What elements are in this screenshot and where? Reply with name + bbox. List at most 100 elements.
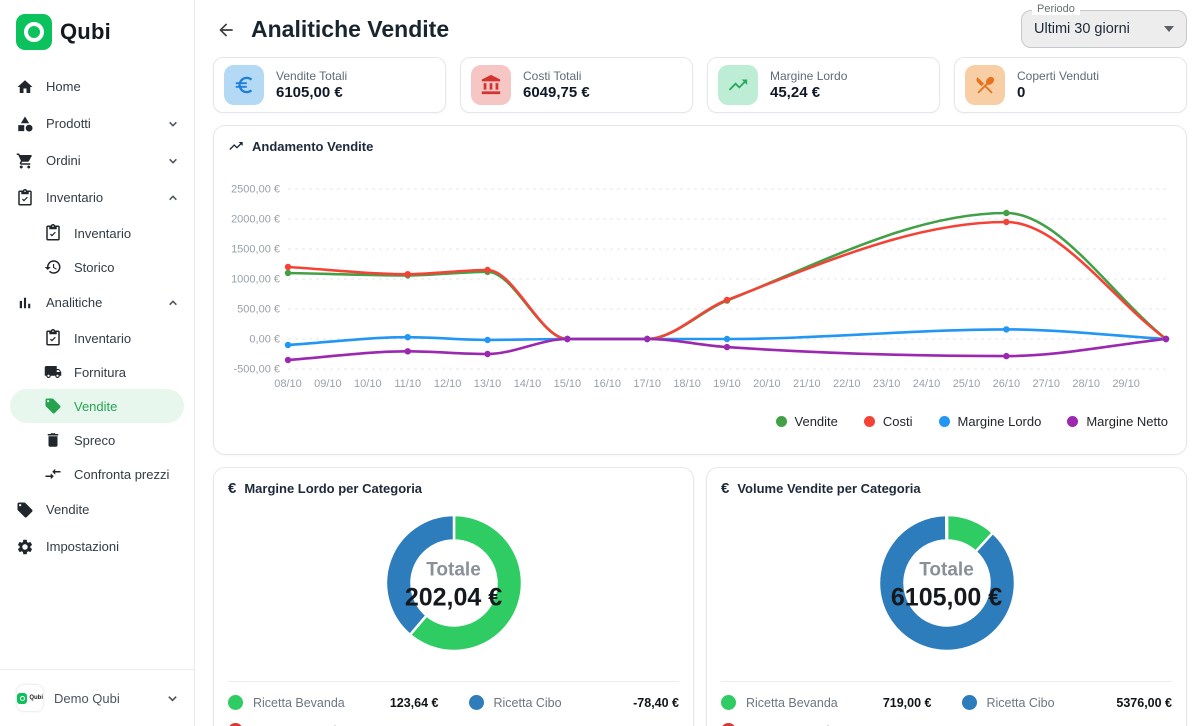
donut-total-value: 202,04 € xyxy=(405,584,502,613)
kpi-value: 6105,00 € xyxy=(276,84,347,101)
legend-item-margine-lordo[interactable]: Margine Lordo xyxy=(939,414,1042,429)
donut-legend: Ricetta Bevanda 719,00 € Ricetta Cibo 53… xyxy=(721,682,1172,726)
workspace-avatar: Qubi xyxy=(16,684,44,712)
truck-icon xyxy=(44,363,62,381)
workspace-switcher[interactable]: Qubi Demo Qubi xyxy=(0,669,194,726)
tag-icon xyxy=(16,501,34,519)
chevron-down-icon xyxy=(1164,26,1174,32)
svg-text:08/10: 08/10 xyxy=(274,378,302,390)
sidebar-item-spreco[interactable]: Spreco xyxy=(0,423,194,457)
bank-icon xyxy=(471,65,511,105)
donut-total-value: 6105,00 € xyxy=(891,584,1002,613)
utensils-icon xyxy=(965,65,1005,105)
trend-chart-header: Andamento Vendite xyxy=(228,138,1172,154)
donut-total-label: Totale xyxy=(891,560,1002,582)
sidebar-item-inventario-sub[interactable]: Inventario xyxy=(0,216,194,250)
svg-text:0,00 €: 0,00 € xyxy=(249,334,280,346)
svg-text:2500,00 €: 2500,00 € xyxy=(231,184,280,196)
app-window: Qubi Home Prodotti Ordini Inventario xyxy=(0,0,1200,726)
legend-item-costi[interactable]: Costi xyxy=(864,414,913,429)
donut-card-header: € Margine Lordo per Categoria xyxy=(228,480,679,497)
svg-text:20/10: 20/10 xyxy=(753,378,781,390)
kpi-card-coperti-venduti: Coperti Venduti 0 xyxy=(954,57,1187,113)
donut-chart-volume[interactable]: Totale 6105,00 € xyxy=(721,501,1172,671)
svg-text:2000,00 €: 2000,00 € xyxy=(231,214,280,226)
legend-item-ricetta-bevanda: Ricetta Bevanda 719,00 € xyxy=(721,695,932,710)
legend-item-vendite[interactable]: Vendite xyxy=(776,414,838,429)
sidebar-item-fornitura[interactable]: Fornitura xyxy=(0,355,194,389)
svg-text:-500,00 €: -500,00 € xyxy=(234,364,280,376)
brand: Qubi xyxy=(0,0,194,60)
kpi-value: 45,24 € xyxy=(770,84,847,101)
donut-legend: Ricetta Bevanda 123,64 € Ricetta Cibo -7… xyxy=(228,682,679,726)
chevron-up-icon xyxy=(168,193,178,203)
donut-total-label: Totale xyxy=(405,560,502,582)
euro-icon: € xyxy=(721,480,729,497)
kpi-row: Vendite Totali 6105,00 € Costi Totali 60… xyxy=(213,57,1187,113)
sidebar-item-confronta-prezzi[interactable]: Confronta prezzi xyxy=(0,457,194,491)
kpi-value: 6049,75 € xyxy=(523,84,590,101)
kpi-value: 0 xyxy=(1017,84,1099,101)
clipboard-icon xyxy=(44,329,62,347)
period-select-label: Periodo xyxy=(1032,3,1080,15)
legend-item-ricetta-cibo: Ricetta Cibo 5376,00 € xyxy=(962,695,1173,710)
svg-text:10/10: 10/10 xyxy=(354,378,382,390)
sidebar-item-prodotti[interactable]: Prodotti xyxy=(0,105,194,142)
svg-text:1500,00 €: 1500,00 € xyxy=(231,244,280,256)
sidebar-item-inventario[interactable]: Inventario xyxy=(0,179,194,216)
compare-arrows-icon xyxy=(44,465,62,483)
arrow-left-icon xyxy=(216,20,236,40)
gear-icon xyxy=(16,538,34,556)
sidebar-item-vendite-analitiche[interactable]: Vendite xyxy=(10,389,184,423)
svg-text:21/10: 21/10 xyxy=(793,378,821,390)
svg-text:500,00 €: 500,00 € xyxy=(237,304,280,316)
sidebar-nav: Home Prodotti Ordini Inventario Inventar… xyxy=(0,60,194,669)
chevron-up-icon xyxy=(168,298,178,308)
bar-chart-icon xyxy=(16,294,34,312)
svg-text:13/10: 13/10 xyxy=(474,378,502,390)
home-icon xyxy=(16,78,34,96)
svg-text:11/10: 11/10 xyxy=(394,378,421,390)
sidebar: Qubi Home Prodotti Ordini Inventario xyxy=(0,0,195,726)
svg-text:19/10: 19/10 xyxy=(713,378,741,390)
kpi-card-vendite-totali: Vendite Totali 6105,00 € xyxy=(213,57,446,113)
sidebar-item-home[interactable]: Home xyxy=(0,68,194,105)
svg-text:16/10: 16/10 xyxy=(594,378,622,390)
sidebar-item-storico[interactable]: Storico xyxy=(0,250,194,284)
svg-text:1000,00 €: 1000,00 € xyxy=(231,274,280,286)
svg-text:29/10: 29/10 xyxy=(1112,378,1140,390)
history-icon xyxy=(44,258,62,276)
clipboard-icon xyxy=(44,224,62,242)
margine-lordo-categoria-card: € Margine Lordo per Categoria Totale 202… xyxy=(213,467,694,726)
svg-text:15/10: 15/10 xyxy=(554,378,582,390)
kpi-card-margine-lordo: Margine Lordo 45,24 € xyxy=(707,57,940,113)
legend-item-ricetta-cibo: Ricetta Cibo -78,40 € xyxy=(469,695,680,710)
page-title: Analitiche Vendite xyxy=(251,16,449,43)
sidebar-item-analitiche[interactable]: Analitiche xyxy=(0,284,194,321)
sidebar-item-vendite[interactable]: Vendite xyxy=(0,491,194,528)
sidebar-item-analitiche-inventario[interactable]: Inventario xyxy=(0,321,194,355)
chevron-down-icon xyxy=(168,156,178,166)
sidebar-item-impostazioni[interactable]: Impostazioni xyxy=(0,528,194,565)
back-button[interactable] xyxy=(213,17,239,43)
qubi-logo-icon xyxy=(16,14,52,50)
legend-item-ricetta-bevanda: Ricetta Bevanda 123,64 € xyxy=(228,695,439,710)
trend-chart-card: Andamento Vendite 2500,00 € 2000,00 € 1500… xyxy=(213,125,1187,455)
svg-text:18/10: 18/10 xyxy=(673,378,701,390)
trend-up-icon xyxy=(718,65,758,105)
tag-icon xyxy=(44,397,62,415)
svg-text:28/10: 28/10 xyxy=(1072,378,1100,390)
products-icon xyxy=(16,115,34,133)
donut-row: € Margine Lordo per Categoria Totale 202… xyxy=(213,467,1187,726)
period-select[interactable]: Periodo Ultimi 30 giorni xyxy=(1021,10,1187,48)
chevron-down-icon xyxy=(167,693,178,704)
volume-vendite-categoria-card: € Volume Vendite per Categoria Totale 61… xyxy=(706,467,1187,726)
legend-item-margine-netto[interactable]: Margine Netto xyxy=(1067,414,1168,429)
euro-icon: € xyxy=(228,480,236,497)
svg-text:23/10: 23/10 xyxy=(873,378,901,390)
trash-icon xyxy=(44,431,62,449)
period-select-value: Ultimi 30 giorni xyxy=(1034,21,1130,37)
line-chart[interactable]: 2500,00 € 2000,00 € 1500,00 € 1000,00 € 500,… xyxy=(228,168,1172,406)
donut-chart-margine[interactable]: Totale 202,04 € xyxy=(228,501,679,671)
sidebar-item-ordini[interactable]: Ordini xyxy=(0,142,194,179)
